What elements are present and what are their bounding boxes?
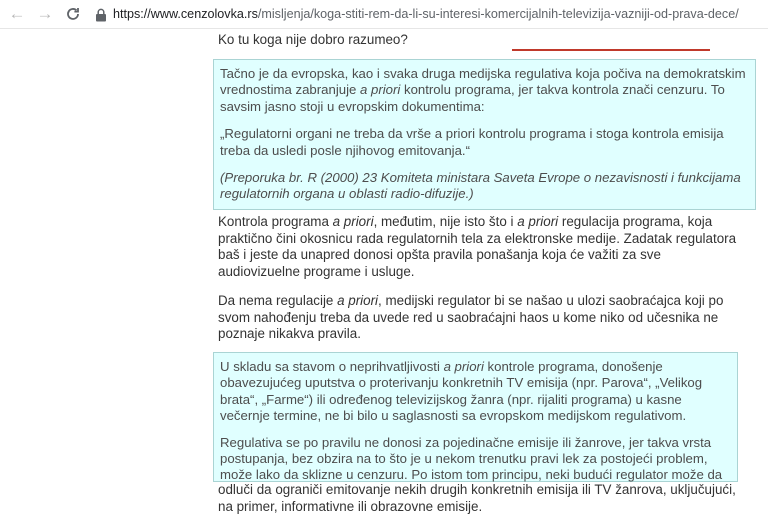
accent-rule: [512, 49, 710, 51]
box2-paragraph-2: Regulativa se po pravilu ne donosi za po…: [220, 434, 723, 483]
url-host: https://www.cenzolovka.rs: [113, 7, 258, 21]
lock-icon[interactable]: [95, 8, 107, 22]
highlight-box-1: Tačno je da evropska, kao i svaka druga …: [213, 59, 756, 210]
box2-paragraph-1: U skladu sa stavom o neprihvatljivosti a…: [220, 359, 703, 424]
box1-citation: (Preporuka br. R (2000) 23 Komiteta mini…: [220, 170, 741, 202]
paragraph-regulacija: Da nema regulacije a priori, medijski re…: [218, 293, 724, 342]
browser-toolbar: ← → https://www.cenzolovka.rs/misljenja/…: [0, 0, 768, 29]
highlight-box-2: U skladu sa stavom o neprihvatljivosti a…: [213, 352, 738, 482]
question-line: Ko tu koga nije dobro razumeo?: [218, 32, 408, 47]
arrow-left-icon: ←: [8, 4, 26, 23]
box1-quote: „Regulatorni organi ne treba da vrše a p…: [220, 126, 724, 158]
back-button[interactable]: ←: [6, 3, 28, 25]
paragraph-tail: odluči da ograniči emitovanje nekih drug…: [218, 482, 736, 514]
url-path: /misljenja/koga-stiti-rem-da-li-su-inter…: [257, 7, 739, 21]
reload-button[interactable]: [62, 3, 84, 25]
paragraph-kontrola: Kontrola programa a priori, međutim, nij…: [218, 214, 737, 279]
box1-paragraph: Tačno je da evropska, kao i svaka druga …: [220, 66, 746, 114]
reload-icon: [67, 8, 79, 20]
forward-button[interactable]: →: [34, 3, 56, 25]
arrow-right-icon: →: [36, 4, 54, 23]
address-bar[interactable]: https://www.cenzolovka.rs/misljenja/koga…: [113, 6, 739, 22]
